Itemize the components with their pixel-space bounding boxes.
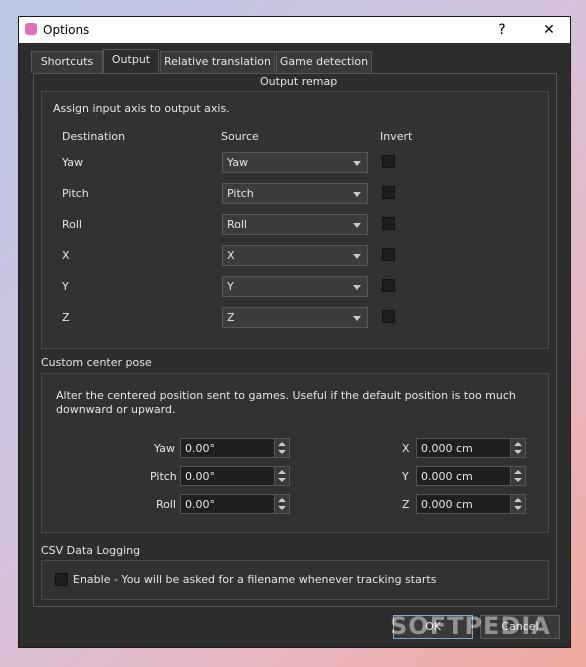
- arrow-up-icon: [278, 442, 286, 446]
- invert-checkbox-z[interactable]: [382, 310, 395, 323]
- tab-game-detection[interactable]: Game detection: [276, 51, 372, 73]
- options-dialog: Options ? ✕ Shortcuts Output Relative tr…: [18, 16, 571, 648]
- chevron-down-icon: [353, 316, 361, 321]
- yaw-spinbox[interactable]: 0.00°: [180, 438, 290, 458]
- spin-buttons[interactable]: [510, 439, 525, 457]
- softpedia-watermark: SOFTPEDIA: [390, 612, 551, 640]
- arrow-down-icon: [278, 478, 286, 482]
- spin-buttons[interactable]: [274, 467, 289, 485]
- z-spinbox[interactable]: 0.000 cm: [416, 494, 526, 514]
- csv-enable-label[interactable]: Enable - You will be asked for a filenam…: [73, 573, 436, 586]
- spin-buttons[interactable]: [510, 495, 525, 513]
- arrow-down-icon: [514, 506, 522, 510]
- center-pose-group: Alter the centered position sent to game…: [41, 373, 549, 533]
- destination-y: Y: [62, 280, 69, 293]
- roll-spinbox[interactable]: 0.00°: [180, 494, 290, 514]
- close-icon[interactable]: ✕: [529, 17, 569, 43]
- invert-checkbox-pitch[interactable]: [382, 186, 395, 199]
- pitch-spinbox[interactable]: 0.00°: [180, 466, 290, 486]
- output-remap-title: Output remap: [260, 75, 338, 88]
- window-title: Options: [43, 23, 90, 37]
- app-icon: [25, 23, 37, 35]
- rotation-label-roll: Roll: [156, 498, 176, 511]
- chevron-down-icon: [353, 254, 361, 259]
- source-select-yaw[interactable]: Yaw: [222, 152, 368, 173]
- center-pose-title: Custom center pose: [41, 356, 152, 369]
- destination-pitch: Pitch: [62, 187, 89, 200]
- position-label-x: X: [402, 442, 410, 455]
- source-select-y[interactable]: Y: [222, 276, 368, 297]
- spin-buttons[interactable]: [274, 439, 289, 457]
- arrow-up-icon: [278, 498, 286, 502]
- chevron-down-icon: [353, 285, 361, 290]
- header-destination: Destination: [62, 130, 126, 143]
- destination-x: X: [62, 249, 70, 262]
- invert-checkbox-y[interactable]: [382, 279, 395, 292]
- arrow-up-icon: [514, 470, 522, 474]
- header-invert: Invert: [380, 130, 413, 143]
- destination-z: Z: [62, 311, 70, 324]
- rotation-label-yaw: Yaw: [154, 442, 175, 455]
- spin-buttons[interactable]: [510, 467, 525, 485]
- output-remap-description: Assign input axis to output axis.: [53, 102, 230, 115]
- arrow-down-icon: [278, 506, 286, 510]
- source-select-pitch[interactable]: Pitch: [222, 183, 368, 204]
- arrow-up-icon: [278, 470, 286, 474]
- invert-checkbox-yaw[interactable]: [382, 155, 395, 168]
- position-label-y: Y: [402, 470, 409, 483]
- help-icon[interactable]: ?: [482, 17, 522, 43]
- csv-enable-checkbox[interactable]: [55, 573, 68, 586]
- destination-roll: Roll: [62, 218, 82, 231]
- output-remap-group: Assign input axis to output axis. Destin…: [41, 91, 549, 349]
- spin-buttons[interactable]: [274, 495, 289, 513]
- arrow-up-icon: [514, 442, 522, 446]
- title-bar[interactable]: Options ? ✕: [19, 17, 570, 43]
- arrow-down-icon: [514, 450, 522, 454]
- source-select-z[interactable]: Z: [222, 307, 368, 328]
- csv-logging-group: Enable - You will be asked for a filenam…: [41, 560, 549, 600]
- source-select-roll[interactable]: Roll: [222, 214, 368, 235]
- source-select-x[interactable]: X: [222, 245, 368, 266]
- chevron-down-icon: [353, 161, 361, 166]
- header-source: Source: [221, 130, 259, 143]
- chevron-down-icon: [353, 192, 361, 197]
- arrow-down-icon: [278, 450, 286, 454]
- invert-checkbox-roll[interactable]: [382, 217, 395, 230]
- output-tab-panel: Output remap Assign input axis to output…: [33, 73, 557, 607]
- rotation-label-pitch: Pitch: [150, 470, 177, 483]
- tab-relative-translation[interactable]: Relative translation: [160, 51, 275, 73]
- invert-checkbox-x[interactable]: [382, 248, 395, 261]
- tab-output[interactable]: Output: [103, 49, 159, 74]
- chevron-down-icon: [353, 223, 361, 228]
- center-pose-description: Alter the centered position sent to game…: [56, 389, 516, 416]
- position-label-z: Z: [402, 498, 410, 511]
- csv-logging-title: CSV Data Logging: [41, 544, 141, 557]
- destination-yaw: Yaw: [62, 156, 83, 169]
- x-spinbox[interactable]: 0.000 cm: [416, 438, 526, 458]
- tab-shortcuts[interactable]: Shortcuts: [31, 51, 103, 73]
- arrow-up-icon: [514, 498, 522, 502]
- y-spinbox[interactable]: 0.000 cm: [416, 466, 526, 486]
- arrow-down-icon: [514, 478, 522, 482]
